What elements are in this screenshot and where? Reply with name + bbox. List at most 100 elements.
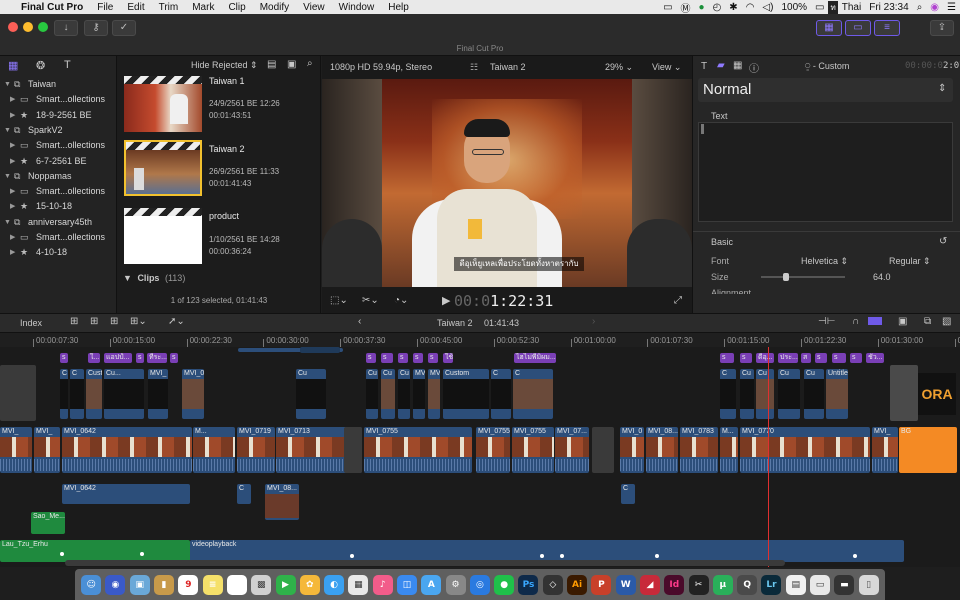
library-row-library[interactable]: ▼ ⧉ Taiwan (0, 77, 117, 92)
share-icon[interactable]: ⇪ (930, 20, 954, 36)
title-clip[interactable]: s (832, 353, 846, 363)
library-row-folder[interactable]: ▶ ▭ Smart...ollections (0, 230, 117, 245)
volume-keyframe[interactable] (540, 554, 544, 558)
connected-clip[interactable]: Cu (398, 369, 410, 419)
finder-icon[interactable]: ☺ (81, 574, 102, 595)
volume-keyframe[interactable] (140, 552, 144, 556)
facetime-icon[interactable]: ▶ (275, 574, 296, 595)
size-value[interactable]: 64.0 (873, 272, 891, 282)
volume-keyframe[interactable] (655, 554, 659, 558)
primary-clip[interactable]: M... (193, 427, 235, 473)
library-row-event[interactable]: ▶ ★ 4-10-18 (0, 245, 117, 260)
video-inspector-icon[interactable]: ▦ (733, 60, 742, 71)
menu-modify[interactable]: Modify (253, 2, 296, 13)
clip-appearance-icon[interactable]: ▤ (267, 59, 276, 70)
connected-clip[interactable]: MVI_08... (265, 484, 299, 520)
title-clip[interactable]: s (170, 353, 178, 363)
app-store-icon[interactable]: A (421, 574, 442, 595)
title-clip[interactable]: s (428, 353, 438, 363)
connected-clip[interactable]: Cu (381, 369, 395, 419)
bluetooth-icon[interactable]: ✱ (725, 2, 741, 13)
libraries-layout-icon[interactable]: ▦ (816, 20, 842, 36)
primary-clip[interactable]: MVI_ (872, 427, 898, 473)
title-clip[interactable]: s (815, 353, 827, 363)
maps-icon[interactable]: ▩ (251, 574, 272, 595)
gap-clip[interactable] (890, 365, 918, 421)
quicktime-icon[interactable]: Q (737, 574, 758, 595)
timeline-layout-icon[interactable]: ▭ (845, 20, 871, 36)
volume-keyframe[interactable] (60, 552, 64, 556)
connected-clip[interactable]: Cu... (104, 369, 144, 419)
primary-clip[interactable]: MVI_0 (620, 427, 644, 473)
timeline-scrollbar[interactable] (65, 560, 785, 566)
title-inspector-icon[interactable]: ▰ (717, 60, 725, 71)
clip-thumbnail-product[interactable] (124, 208, 202, 264)
primary-clip[interactable]: MVI_0770 (740, 427, 870, 473)
select-tool-icon[interactable]: ➚⌄ (168, 316, 185, 327)
overwrite-clip-icon[interactable]: ⊞⌄ (130, 316, 147, 327)
volume-keyframe[interactable] (350, 554, 354, 558)
title-clip[interactable]: s (413, 353, 423, 363)
primary-clip[interactable]: MVI_ (34, 427, 60, 473)
connected-clip[interactable]: MVI_07... (182, 369, 204, 419)
search-icon[interactable]: ⌕ (307, 58, 313, 69)
connect-clip-icon[interactable]: ⊞ (70, 316, 78, 327)
title-clip[interactable]: s (850, 353, 862, 363)
line-icon[interactable]: ● (494, 574, 515, 595)
filter-popup[interactable]: Hide Rejected ⇕ (191, 60, 258, 71)
title-clip[interactable]: ประ... (778, 353, 798, 363)
primary-clip[interactable]: MVI_07... (555, 427, 589, 473)
title-clip[interactable]: s (398, 353, 408, 363)
title-clip[interactable]: ชั่ว... (866, 353, 884, 363)
text-field[interactable] (698, 122, 953, 222)
audio-skimming-icon[interactable]: ∩ (852, 316, 859, 327)
filmstrip-view-icon[interactable]: ▣ (287, 59, 296, 70)
menu-view[interactable]: View (296, 2, 332, 13)
clip-appearance-icon[interactable]: ▣ (898, 316, 907, 327)
clip-thumbnail-taiwan-2[interactable] (124, 140, 202, 196)
size-slider[interactable] (761, 273, 845, 281)
connected-clip[interactable]: Cu (778, 369, 800, 419)
library-row-folder[interactable]: ▶ ▭ Smart...ollections (0, 138, 117, 153)
primary-clip[interactable]: MVI_0719 (237, 427, 275, 473)
battery-percent[interactable]: 100% (777, 2, 811, 13)
notification-center-icon[interactable]: ☰ (943, 2, 960, 13)
primary-clip[interactable]: M... (720, 427, 738, 473)
calendar-icon[interactable]: 9 (178, 574, 199, 595)
primary-clip[interactable]: MVI_08... (646, 427, 678, 473)
app-menu[interactable]: Final Cut Pro (14, 2, 90, 13)
line-icon[interactable]: ● (695, 2, 709, 13)
timecode-display[interactable]: 00:01:22:31 (454, 292, 553, 310)
primary-clip[interactable]: MVI_0755 (512, 427, 554, 473)
fullscreen-icon[interactable]: ⤢ (674, 295, 682, 306)
volume-icon[interactable]: ◁) (758, 2, 777, 13)
app-status-icon[interactable]: Ⓜ (677, 0, 695, 15)
timeline-ruler[interactable]: 00:00:07:30 00:00:15:00 00:00:22:30 00:00:3… (0, 333, 960, 347)
primary-clip[interactable]: MVI_ (0, 427, 32, 473)
input-source-label[interactable]: Thai (838, 2, 865, 13)
gap-clip[interactable] (344, 427, 362, 473)
connected-clip[interactable]: MVI_ (148, 369, 168, 419)
primary-clip[interactable]: BG (899, 427, 957, 473)
title-clip[interactable]: s (366, 353, 376, 363)
acrobat-icon[interactable]: ◢ (639, 574, 660, 595)
disclosure-triangle-icon[interactable]: ▶ (10, 199, 15, 214)
title-clip[interactable]: s (136, 353, 144, 363)
reset-icon[interactable]: ↺ (939, 236, 947, 247)
connected-clip[interactable]: C (237, 484, 251, 504)
primary-clip[interactable]: MVI_0755 (476, 427, 510, 473)
wifi-icon[interactable]: ◠ (742, 2, 759, 13)
library-row-event[interactable]: ▶ ★ 6-7-2561 BE (0, 154, 117, 169)
effects-browser-icon[interactable]: ⧉ (924, 316, 931, 327)
contacts-icon[interactable]: ▮ (154, 574, 175, 595)
weight-popup[interactable]: Regular ⇕ (889, 256, 931, 267)
connected-clip[interactable]: Cu (804, 369, 824, 419)
audio-clip[interactable]: videoplayback (190, 540, 904, 562)
photoshop-icon[interactable]: Ps (518, 574, 539, 595)
volume-keyframe[interactable] (560, 554, 564, 558)
connected-clip[interactable]: C (491, 369, 511, 419)
title-clip[interactable]: ที่ระ... (147, 353, 167, 363)
menu-clip[interactable]: Clip (221, 2, 252, 13)
title-clip[interactable]: ดีอุ... (756, 353, 774, 363)
folder-stack-icon[interactable]: ▭ (810, 574, 831, 595)
